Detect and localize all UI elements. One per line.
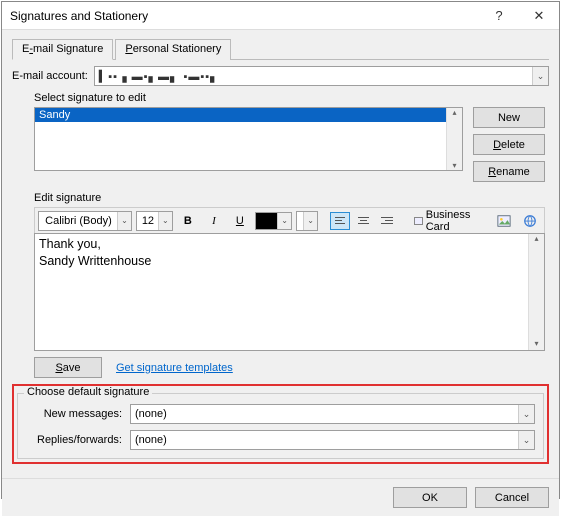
chevron-down-icon: ⌄: [117, 212, 131, 230]
scrollbar[interactable]: ▴▾: [528, 234, 544, 350]
align-right-button[interactable]: [377, 212, 397, 230]
replies-forwards-label: Replies/forwards:: [26, 434, 122, 446]
chevron-down-icon: ⌄: [277, 213, 291, 229]
chevron-down-icon: ⌄: [518, 431, 534, 449]
email-account-combo[interactable]: ▍▪▪▗ ▬▪▖▬▖ ▪▬▪▪▖ ⌄: [94, 66, 549, 86]
signature-list-item[interactable]: Sandy: [35, 108, 462, 122]
italic-button[interactable]: I: [203, 211, 225, 231]
insert-picture-button[interactable]: [493, 211, 515, 231]
cancel-button[interactable]: Cancel: [475, 487, 549, 508]
editor-line: Sandy Writtenhouse: [39, 253, 526, 270]
close-button[interactable]: ✕: [519, 2, 559, 30]
email-account-row: E-mail account: ▍▪▪▗ ▬▪▖▬▖ ▪▬▪▪▖ ⌄: [12, 66, 549, 86]
signature-listbox[interactable]: Sandy ▴▾: [34, 107, 463, 171]
scrollbar[interactable]: ▴▾: [446, 108, 462, 170]
signature-editor[interactable]: Thank you, Sandy Writtenhouse ▴▾: [34, 233, 545, 351]
new-button[interactable]: New: [473, 107, 545, 128]
alignment-dropdown[interactable]: ⌄: [296, 211, 318, 231]
select-signature-label: Select signature to edit: [34, 92, 545, 104]
tab-strip: E-mail Signature Personal Stationery: [12, 38, 549, 60]
ok-button[interactable]: OK: [393, 487, 467, 508]
font-color-split-button[interactable]: ⌄: [255, 212, 292, 230]
dialog-body: E-mail Signature Personal Stationery E-m…: [2, 30, 559, 478]
window-title: Signatures and Stationery: [10, 9, 479, 23]
highlight-box: Choose default signature New messages: (…: [12, 384, 549, 464]
editor-toolbar: Calibri (Body) ⌄ 12 ⌄ B I U ⌄ ⌄: [34, 207, 545, 233]
replies-forwards-select[interactable]: (none) ⌄: [130, 430, 535, 450]
chevron-down-icon: ⌄: [532, 67, 548, 85]
default-signature-group: Choose default signature New messages: (…: [17, 393, 544, 459]
new-messages-row: New messages: (none) ⌄: [26, 404, 535, 424]
new-messages-label: New messages:: [26, 408, 122, 420]
tab-email-signature[interactable]: E-mail Signature: [12, 39, 113, 60]
insert-hyperlink-button[interactable]: [519, 211, 541, 231]
chevron-down-icon: ⌄: [158, 212, 172, 230]
signature-side-buttons: New Delete Rename: [473, 107, 545, 182]
replies-forwards-row: Replies/forwards: (none) ⌄: [26, 430, 535, 450]
font-size-combo[interactable]: 12 ⌄: [136, 211, 173, 231]
bold-button[interactable]: B: [177, 211, 199, 231]
help-button[interactable]: ?: [479, 2, 519, 30]
tab-personal-stationery[interactable]: Personal Stationery: [115, 39, 231, 60]
link-icon: [523, 214, 537, 228]
signature-select-section: Select signature to edit Sandy ▴▾ New De…: [34, 92, 545, 378]
underline-button[interactable]: U: [229, 211, 251, 231]
card-icon: [414, 217, 423, 225]
font-family-combo[interactable]: Calibri (Body) ⌄: [38, 211, 132, 231]
email-account-value: ▍▪▪▗ ▬▪▖▬▖ ▪▬▪▪▖: [99, 70, 220, 83]
dialog-footer: OK Cancel: [2, 478, 559, 516]
editor-line: Thank you,: [39, 236, 526, 253]
chevron-down-icon: ⌄: [518, 405, 534, 423]
email-account-label: E-mail account:: [12, 70, 88, 82]
new-messages-select[interactable]: (none) ⌄: [130, 404, 535, 424]
color-swatch: [256, 213, 277, 229]
align-center-button[interactable]: [354, 212, 374, 230]
delete-button[interactable]: Delete: [473, 134, 545, 155]
get-templates-link[interactable]: Get signature templates: [116, 362, 233, 374]
title-bar: Signatures and Stationery ? ✕: [2, 2, 559, 30]
edit-signature-label: Edit signature: [34, 192, 545, 204]
picture-icon: [497, 214, 511, 228]
save-row: Save Get signature templates: [34, 357, 545, 378]
save-button[interactable]: Save: [34, 357, 102, 378]
business-card-button[interactable]: Business Card: [410, 211, 489, 231]
align-left-button[interactable]: [330, 212, 350, 230]
chevron-down-icon: ⌄: [303, 212, 317, 230]
rename-button[interactable]: Rename: [473, 161, 545, 182]
dialog-window: Signatures and Stationery ? ✕ E-mail Sig…: [1, 1, 560, 499]
default-signature-legend: Choose default signature: [24, 386, 152, 398]
